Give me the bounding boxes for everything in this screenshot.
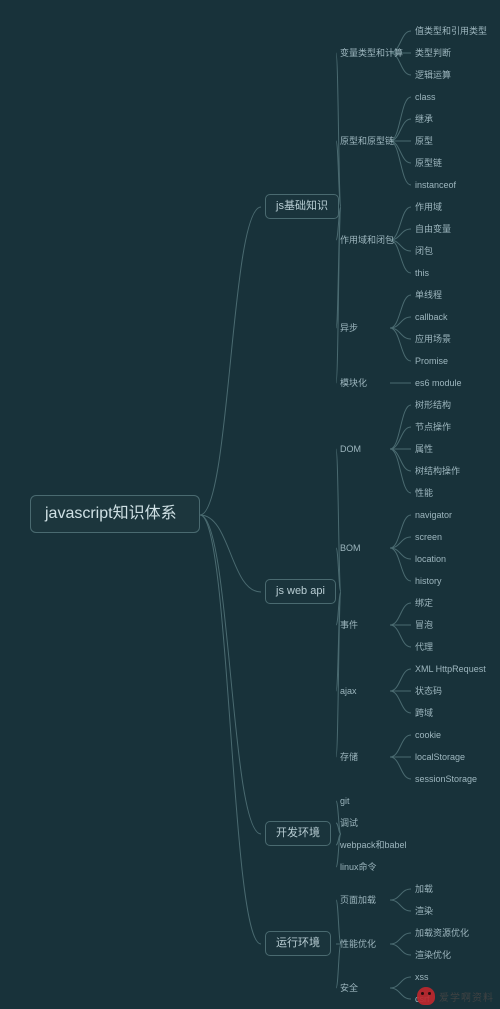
- mindmap-node[interactable]: 状态码: [415, 684, 442, 699]
- mindmap-node[interactable]: 页面加载: [340, 893, 376, 908]
- mindmap-node[interactable]: 原型链: [415, 156, 442, 171]
- root-node[interactable]: javascript知识体系: [30, 495, 200, 533]
- mindmap-node[interactable]: 闭包: [415, 244, 433, 259]
- mindmap-node[interactable]: 加载资源优化: [415, 926, 469, 941]
- mindmap-node[interactable]: 冒泡: [415, 618, 433, 633]
- mindmap-node[interactable]: 跨域: [415, 706, 433, 721]
- mindmap-node[interactable]: xss: [415, 970, 429, 985]
- mindmap-node[interactable]: class: [415, 90, 436, 105]
- mindmap-node[interactable]: linux命令: [340, 860, 377, 875]
- mindmap-node[interactable]: instanceof: [415, 178, 456, 193]
- mindmap-node[interactable]: 安全: [340, 981, 358, 996]
- topic-node[interactable]: js基础知识: [265, 194, 339, 219]
- mindmap-node[interactable]: this: [415, 266, 429, 281]
- mindmap-node[interactable]: XML HttpRequest: [415, 662, 486, 677]
- mindmap-node[interactable]: 作用域: [415, 200, 442, 215]
- mindmap-node[interactable]: 渲染: [415, 904, 433, 919]
- mindmap-node[interactable]: 树结构操作: [415, 464, 460, 479]
- mindmap-node[interactable]: navigator: [415, 508, 452, 523]
- mindmap-node[interactable]: sessionStorage: [415, 772, 477, 787]
- mindmap-node[interactable]: 继承: [415, 112, 433, 127]
- mindmap-node[interactable]: 异步: [340, 321, 358, 336]
- mindmap-node[interactable]: location: [415, 552, 446, 567]
- octopus-icon: [417, 987, 435, 1005]
- mindmap-node[interactable]: history: [415, 574, 442, 589]
- mindmap-node[interactable]: 节点操作: [415, 420, 451, 435]
- mindmap-node[interactable]: ajax: [340, 684, 357, 699]
- mindmap-node[interactable]: 应用场景: [415, 332, 451, 347]
- mindmap-node[interactable]: 属性: [415, 442, 433, 457]
- mindmap-node[interactable]: 树形结构: [415, 398, 451, 413]
- watermark: 爱学啊资料: [417, 987, 494, 1005]
- mindmap-canvas: javascript知识体系 js基础知识 变量类型和计算值类型和引用类型类型判断逻…: [0, 0, 500, 1009]
- mindmap-node[interactable]: callback: [415, 310, 448, 325]
- mindmap-node[interactable]: 性能: [415, 486, 433, 501]
- watermark-text: 爱学啊资料: [439, 989, 494, 1004]
- mindmap-node[interactable]: 原型和原型链: [340, 134, 394, 149]
- mindmap-node[interactable]: 原型: [415, 134, 433, 149]
- mindmap-node[interactable]: 调试: [340, 816, 358, 831]
- mindmap-node[interactable]: 自由变量: [415, 222, 451, 237]
- mindmap-node[interactable]: Promise: [415, 354, 448, 369]
- mindmap-node[interactable]: BOM: [340, 541, 361, 556]
- mindmap-node[interactable]: 渲染优化: [415, 948, 451, 963]
- mindmap-node[interactable]: webpack和babel: [340, 838, 407, 853]
- mindmap-node[interactable]: 值类型和引用类型: [415, 24, 487, 39]
- mindmap-node[interactable]: 存储: [340, 750, 358, 765]
- topic-node[interactable]: js web api: [265, 579, 336, 604]
- mindmap-node[interactable]: DOM: [340, 442, 361, 457]
- mindmap-node[interactable]: localStorage: [415, 750, 465, 765]
- mindmap-node[interactable]: 逻辑运算: [415, 68, 451, 83]
- mindmap-node[interactable]: 加载: [415, 882, 433, 897]
- mindmap-node[interactable]: 变量类型和计算: [340, 46, 403, 61]
- mindmap-node[interactable]: 性能优化: [340, 937, 376, 952]
- topic-node[interactable]: 运行环境: [265, 931, 331, 956]
- mindmap-node[interactable]: 代理: [415, 640, 433, 655]
- mindmap-node[interactable]: es6 module: [415, 376, 462, 391]
- mindmap-node[interactable]: screen: [415, 530, 442, 545]
- mindmap-node[interactable]: 模块化: [340, 376, 367, 391]
- mindmap-node[interactable]: 单线程: [415, 288, 442, 303]
- topic-node[interactable]: 开发环境: [265, 821, 331, 846]
- mindmap-node[interactable]: 绑定: [415, 596, 433, 611]
- mindmap-node[interactable]: 事件: [340, 618, 358, 633]
- mindmap-node[interactable]: 作用域和闭包: [340, 233, 394, 248]
- mindmap-node[interactable]: 类型判断: [415, 46, 451, 61]
- mindmap-node[interactable]: git: [340, 794, 350, 809]
- mindmap-node[interactable]: cookie: [415, 728, 441, 743]
